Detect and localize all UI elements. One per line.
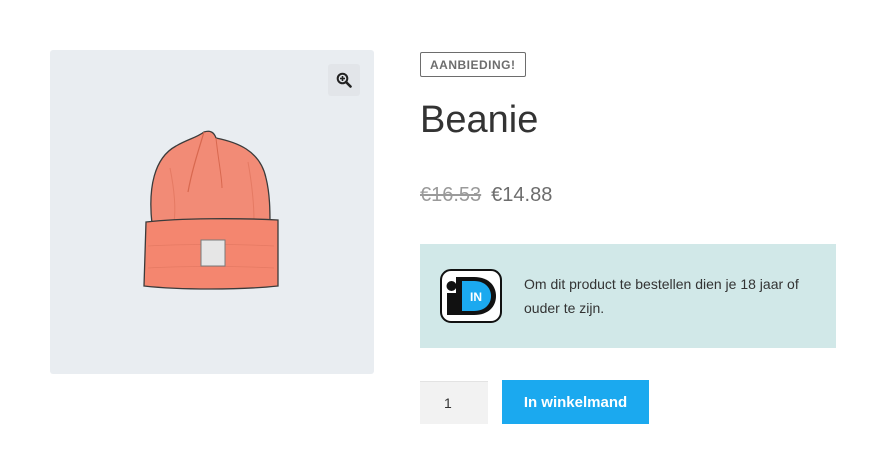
age-notice-text: Om dit product te bestellen dien je 18 j… [524,276,799,316]
product-price: €16.53 €14.88 [420,182,552,208]
product-title: Beanie [420,99,539,141]
age-verification-notice: IN Om dit product te bestellen dien je 1… [420,244,836,348]
idin-logo-icon: IN [440,269,502,323]
quantity-input[interactable] [420,381,488,424]
zoom-button[interactable] [328,64,360,96]
old-price: €16.53 [420,184,482,206]
product-image[interactable] [140,128,280,298]
add-to-cart-button[interactable]: In winkelmand [502,380,649,424]
sale-badge: AANBIEDING! [420,52,526,77]
idin-logo-text: IN [470,290,482,304]
product-gallery [50,50,374,374]
sale-price: €14.88 [491,184,553,206]
zoom-in-icon [336,72,352,88]
